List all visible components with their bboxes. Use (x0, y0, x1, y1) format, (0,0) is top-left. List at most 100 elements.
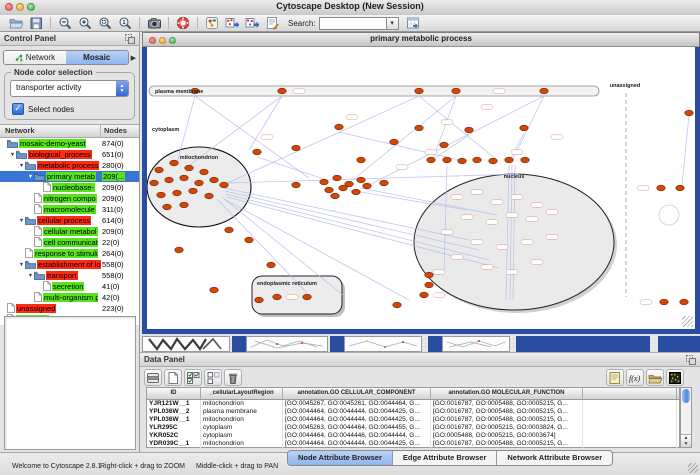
minimized-window-thumbnail[interactable] (442, 336, 510, 352)
graph-node[interactable] (380, 180, 388, 186)
tree-expand-arrow[interactable]: ▼ (9, 152, 16, 158)
graph-node[interactable] (540, 88, 548, 94)
graph-node[interactable] (267, 262, 275, 268)
table-row[interactable]: YDR039C__1mitochondrion[GO:0044464, GO:0… (147, 440, 679, 448)
table-column-header[interactable]: annotation.GO MOLECULAR_FUNCTION (431, 388, 583, 399)
zoom-out-button[interactable] (56, 16, 74, 31)
graph-node[interactable] (680, 299, 688, 305)
tree-expand-arrow[interactable]: ▼ (18, 163, 25, 169)
tab-network[interactable]: Network (4, 51, 66, 64)
graph-node[interactable] (521, 157, 529, 163)
graph-node[interactable] (253, 149, 261, 155)
graph-node[interactable] (292, 182, 300, 188)
graph-node[interactable] (175, 247, 183, 253)
graph-node[interactable] (357, 157, 365, 163)
open-folder-button[interactable] (7, 16, 25, 31)
minimized-window-thumbnail[interactable] (344, 336, 422, 352)
graph-node[interactable] (200, 169, 208, 175)
minimized-window-edge[interactable] (330, 336, 344, 352)
graph-node[interactable] (303, 294, 311, 300)
graph-node[interactable] (210, 287, 218, 293)
tree-row[interactable]: macromolecule311(0) (0, 204, 139, 215)
unselect-attributes-button[interactable] (204, 369, 222, 386)
table-column-header[interactable] (583, 388, 677, 399)
tab-edge-attribute-browser[interactable]: Edge Attribute Browser (393, 451, 497, 465)
graph-node[interactable] (320, 179, 328, 185)
zoom-fit-button[interactable]: 1 (116, 16, 134, 31)
table-row[interactable]: YLR295Ccytoplasm[GO:0045263, GO:0044464,… (147, 424, 679, 432)
minimized-window-edge[interactable] (658, 336, 700, 352)
network-window-titlebar[interactable]: primary metabolic process (142, 32, 700, 47)
graph-node[interactable] (185, 165, 193, 171)
graph-node[interactable] (415, 125, 423, 131)
load-network-table-button[interactable] (404, 16, 422, 31)
tree-row[interactable]: ▼primary metab209(... (0, 171, 139, 182)
graph-node[interactable] (163, 204, 171, 210)
float-panel-icon[interactable] (125, 34, 135, 44)
graph-node[interactable] (425, 282, 433, 288)
table-column-header[interactable]: _cellularLayoutRegion (201, 388, 283, 399)
tree-row[interactable]: ▼transport558(0) (0, 270, 139, 281)
delete-attribute-button[interactable] (224, 369, 242, 386)
graph-node[interactable] (660, 299, 668, 305)
graph-node[interactable] (363, 183, 371, 189)
new-attribute-button[interactable] (164, 369, 182, 386)
table-scrollbar[interactable]: ▲▼ (680, 387, 692, 448)
graph-node[interactable] (440, 142, 448, 148)
graph-node[interactable] (292, 145, 300, 151)
graph-node[interactable] (205, 193, 213, 199)
graph-node[interactable] (331, 193, 339, 199)
tree-expand-arrow[interactable]: ▼ (27, 273, 34, 279)
graph-node[interactable] (170, 160, 178, 166)
tree-row[interactable]: ▼biological_process651(0) (0, 149, 139, 160)
graph-node[interactable] (245, 237, 253, 243)
label-button[interactable] (606, 369, 624, 386)
graph-node[interactable] (150, 180, 158, 186)
select-attributes-button[interactable] (184, 369, 202, 386)
float-panel-icon[interactable] (686, 355, 696, 365)
table-row[interactable]: YPL036W__1mitochondrion[GO:0044464, GO:0… (147, 416, 679, 424)
graph-node[interactable] (443, 157, 451, 163)
graph-node[interactable] (685, 110, 693, 116)
attribute-matrix-button[interactable] (666, 369, 684, 386)
tab-mosaic[interactable]: Mosaic (66, 51, 128, 64)
graph-node[interactable] (173, 190, 181, 196)
graph-node[interactable] (489, 158, 497, 164)
table-row[interactable]: YPL036W__2plasma membrane[GO:0044464, GO… (147, 408, 679, 416)
tree-row[interactable]: multi-organism pro42(0) (0, 292, 139, 303)
graph-node[interactable] (676, 185, 684, 191)
window-resize-grip[interactable] (688, 463, 698, 473)
graph-node[interactable] (220, 182, 228, 188)
tree-header-nodes[interactable]: Nodes (104, 126, 127, 135)
graph-node[interactable] (505, 157, 513, 163)
tree-header-network[interactable]: Network (5, 126, 35, 135)
minimized-window-thumbnail[interactable] (142, 336, 230, 352)
search-input[interactable] (319, 17, 386, 30)
zoom-selected-button[interactable] (96, 16, 114, 31)
network-window-resize-grip[interactable] (682, 316, 693, 327)
graph-node[interactable] (273, 294, 281, 300)
select-nodes-checkbox[interactable]: ✓ (12, 103, 24, 115)
import-attributes-button[interactable] (646, 369, 664, 386)
graph-node[interactable] (155, 167, 163, 173)
table-row[interactable]: YJR121W__1mitochondrion[GO:0045267, GO:0… (147, 400, 679, 408)
graph-node[interactable] (657, 185, 665, 191)
graph-node[interactable] (452, 88, 460, 94)
minimized-window-thumbnail[interactable] (246, 336, 328, 352)
tree-row[interactable]: response to stimulu264(0) (0, 248, 139, 259)
import-network-2-button[interactable] (243, 16, 261, 31)
tab-node-attribute-browser[interactable]: Node Attribute Browser (288, 451, 393, 465)
network-overview-button[interactable] (203, 16, 221, 31)
graph-node[interactable] (165, 177, 173, 183)
tree-row[interactable]: unassigned223(0) (0, 303, 139, 314)
tree-row[interactable]: cell communicat22(0) (0, 237, 139, 248)
table-column-header[interactable]: annotation.GO CELLULAR_COMPONENT (283, 388, 431, 399)
graph-node[interactable] (278, 88, 286, 94)
zoom-in-button[interactable] (76, 16, 94, 31)
scrollbar-thumb[interactable] (682, 389, 690, 403)
graph-node[interactable] (352, 189, 360, 195)
tree-expand-arrow[interactable]: ▼ (18, 262, 25, 268)
help-lifering-button[interactable] (174, 16, 192, 31)
graph-node[interactable] (195, 180, 203, 186)
graph-node[interactable] (465, 127, 473, 133)
